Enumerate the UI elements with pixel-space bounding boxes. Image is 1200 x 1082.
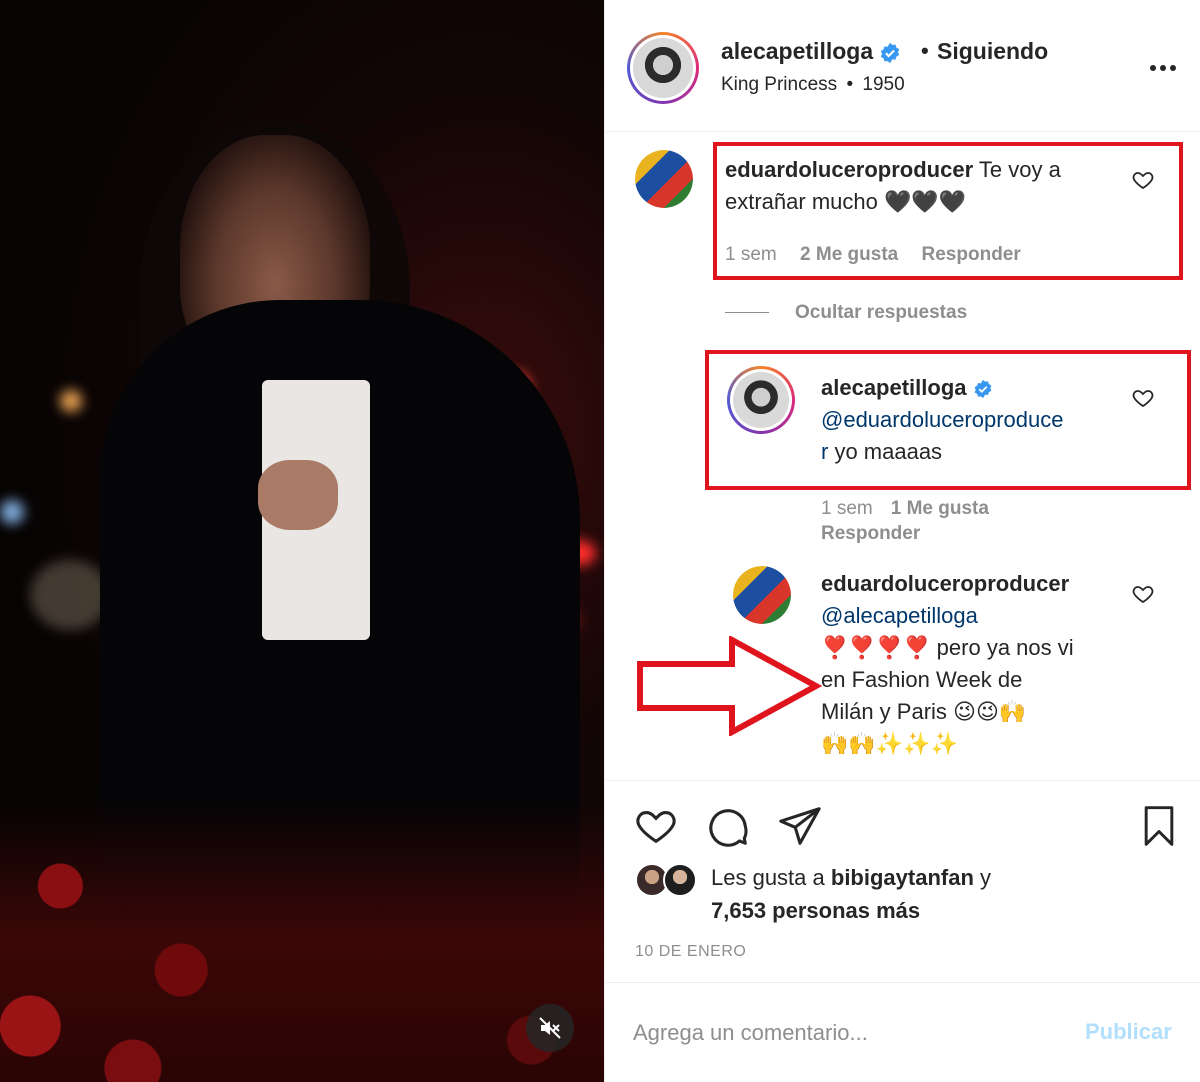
following-button[interactable]: Siguiendo — [937, 38, 1048, 65]
bokeh-light — [0, 500, 24, 524]
bokeh-light — [60, 390, 82, 412]
verified-badge-icon — [880, 42, 900, 64]
audio-artist[interactable]: King Princess — [721, 74, 837, 95]
heart-icon[interactable] — [1131, 582, 1155, 606]
red-arrow-annotation — [637, 636, 822, 736]
mute-button[interactable] — [526, 1004, 574, 1052]
audio-track[interactable]: 1950 — [862, 74, 904, 95]
bokeh-light — [30, 560, 110, 630]
reply-username[interactable]: eduardoluceroproducer — [821, 571, 1069, 596]
likes-count[interactable]: 7,653 personas más — [711, 898, 920, 923]
reply-text-line1: ❣️❣️❣️❣️ pero ya nos vi — [821, 635, 1074, 660]
comment-input[interactable] — [633, 1013, 1053, 1053]
reply-time[interactable]: 1 sem — [821, 498, 873, 519]
reply-text-line3: Milán y Paris 😉😉🙌 — [821, 699, 1027, 724]
more-options-icon[interactable] — [1145, 58, 1181, 78]
comment-icon[interactable] — [705, 803, 751, 849]
commenter-avatar[interactable] — [635, 150, 693, 208]
bookmark-icon[interactable] — [1137, 803, 1181, 849]
likes-summary: Les gusta a bibigaytanfan y 7,653 person… — [711, 865, 992, 923]
audio-separator: • — [846, 74, 854, 95]
post-actions: Les gusta a bibigaytanfan y 7,653 person… — [605, 780, 1200, 980]
post-side-panel: alecapetilloga • Siguiendo King Princess… — [604, 0, 1200, 1082]
highlight-box — [705, 350, 1191, 490]
post-media-video[interactable] — [0, 0, 604, 1082]
author-username[interactable]: alecapetilloga — [721, 38, 901, 65]
author-avatar[interactable] — [627, 32, 699, 104]
reply-author-avatar[interactable] — [733, 566, 791, 624]
publish-button[interactable]: Publicar — [1085, 1019, 1172, 1045]
heart-icon[interactable] — [633, 803, 679, 849]
reply-text-line4: 🙌🙌✨✨✨ — [821, 731, 958, 756]
reply-meta: 1 sem 1 Me gusta Responder — [821, 496, 1121, 546]
hide-replies-button[interactable]: Ocultar respuestas — [725, 302, 967, 324]
share-icon[interactable] — [777, 803, 823, 849]
post-date[interactable]: 10 DE ENERO — [635, 943, 746, 961]
liker-username[interactable]: bibigaytanfan — [831, 865, 974, 890]
muted-speaker-icon — [539, 1017, 561, 1039]
reply-button[interactable]: Responder — [821, 523, 920, 544]
reply-mention[interactable]: @alecapetilloga — [821, 603, 978, 628]
liker-avatar[interactable] — [663, 863, 697, 897]
reply-body: eduardoluceroproducer @alecapetilloga ❣️… — [821, 568, 1121, 760]
separator-dot: • — [921, 38, 929, 63]
post-header: alecapetilloga • Siguiendo King Princess… — [605, 0, 1200, 132]
add-comment-bar: Publicar — [605, 982, 1200, 1082]
highlight-box — [713, 142, 1183, 280]
person-hand — [258, 460, 338, 530]
audio-info[interactable]: King Princess • 1950 — [721, 74, 905, 96]
divider-line — [725, 312, 769, 314]
red-flowers — [0, 802, 604, 1082]
reply-likes[interactable]: 1 Me gusta — [891, 498, 989, 519]
reply-text-line2: en Fashion Week de — [821, 667, 1023, 692]
